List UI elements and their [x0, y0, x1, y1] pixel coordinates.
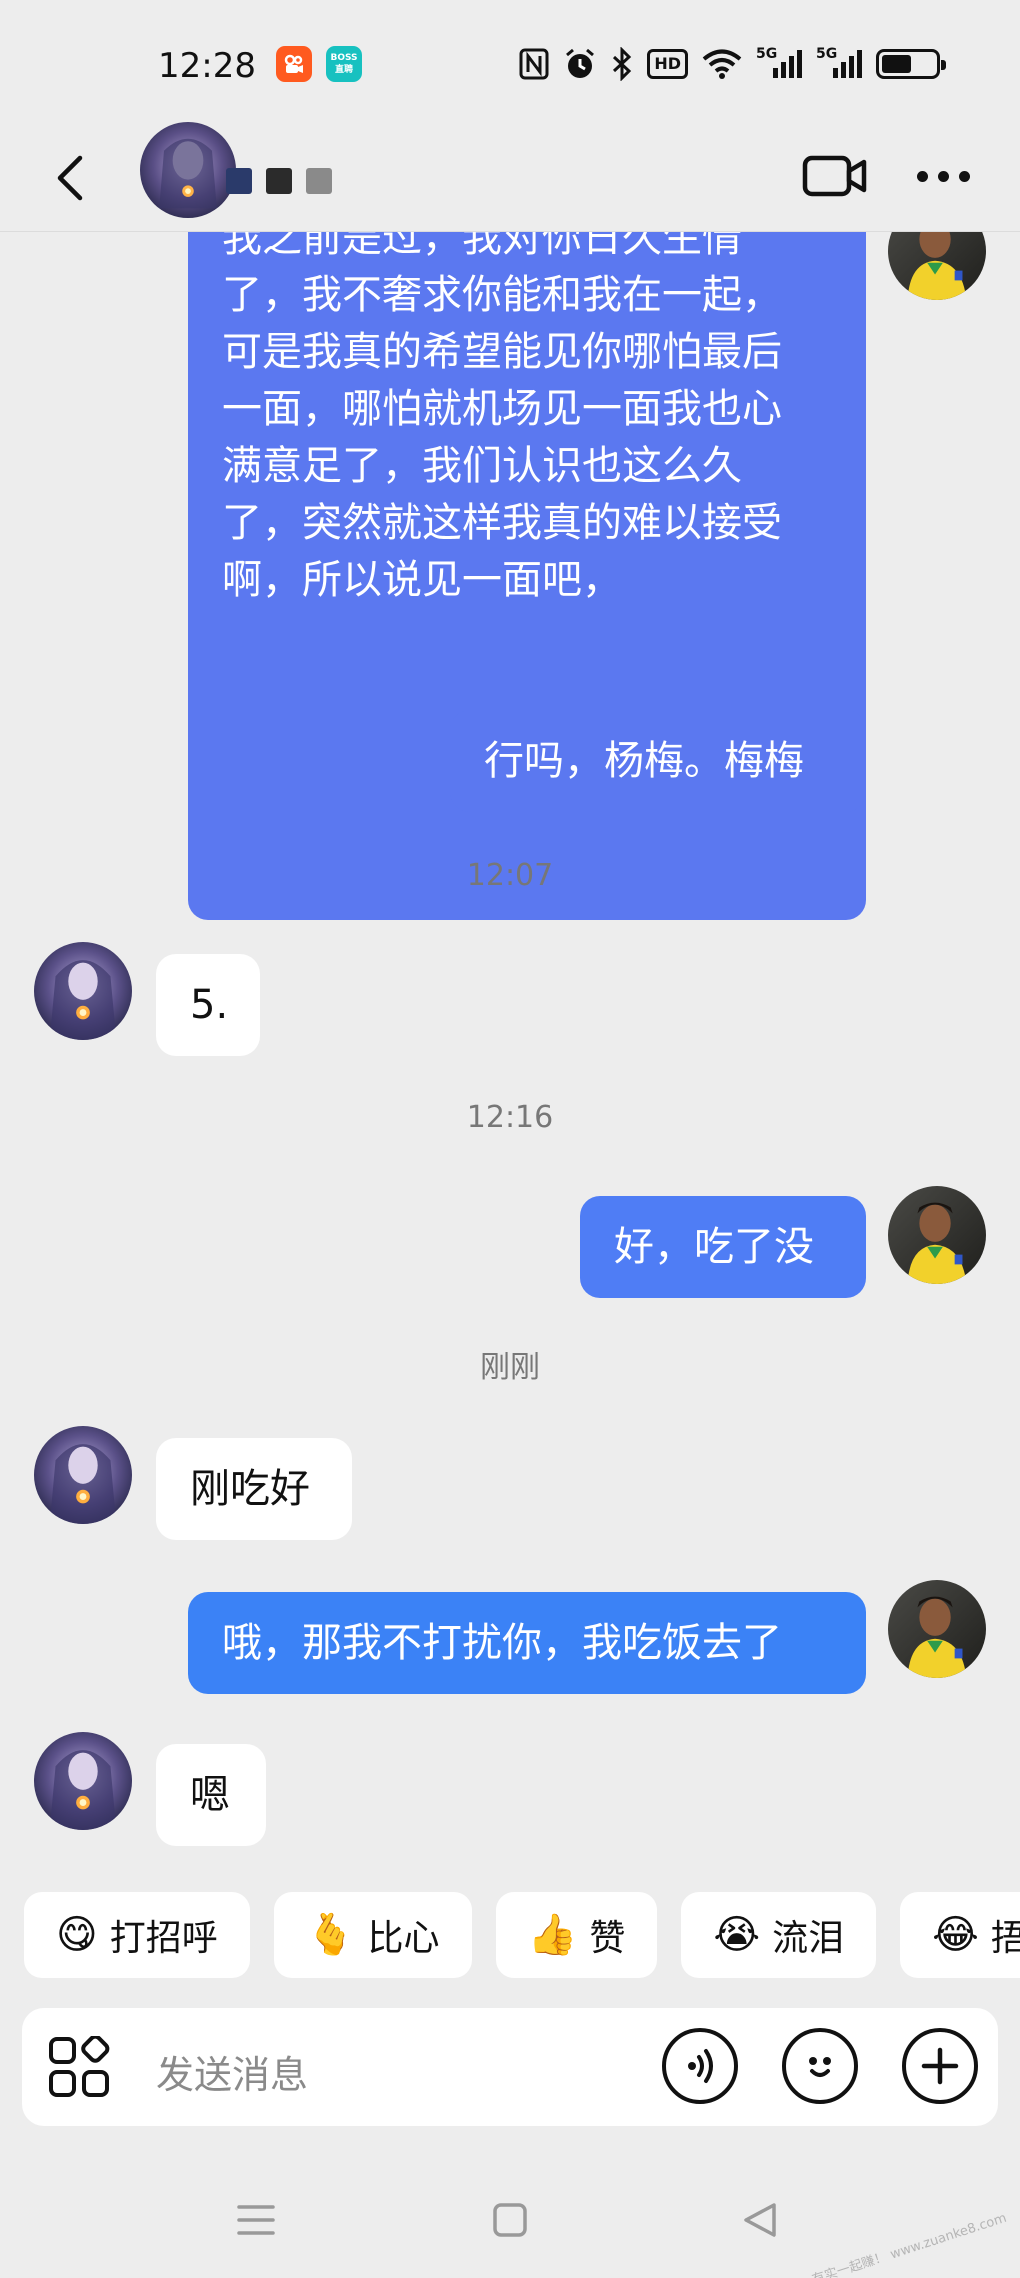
quick-reply-facepalm[interactable]: 😂 捂脸 [900, 1892, 1020, 1978]
quick-reply-label: 捂脸 [990, 1918, 1020, 1959]
apps-button[interactable] [48, 2034, 110, 2098]
finger-heart-icon: 🫰 [305, 1912, 356, 1958]
dot [937, 170, 949, 182]
message-bubble-sent[interactable]: 好，吃了没 [580, 1196, 866, 1298]
signal-5g-icon: 5G [816, 46, 862, 82]
quick-reply-row: 😋 打招呼 🫰 比心 👍 赞 😭 流泪 😂 捂脸 [24, 1892, 1020, 1978]
quick-reply-label: 流泪 [772, 1918, 845, 1959]
bluetooth-icon [611, 46, 633, 82]
menu-icon [237, 2205, 275, 2235]
chevron-left-icon [57, 155, 83, 201]
message-list[interactable]: 我之前是过，我对你日久生情 了，我不奢求你能和我在一起， 可是我真的希望能见你哪… [0, 232, 1020, 1872]
my-avatar[interactable] [888, 232, 986, 300]
hd-voice-icon: HD [647, 49, 688, 79]
message-bubble-received[interactable]: 刚吃好 [156, 1438, 352, 1540]
battery-icon [876, 49, 946, 79]
status-icons: HD 5G 5G [519, 44, 946, 84]
chat-header [0, 122, 1020, 232]
message-bubble-sent[interactable]: 哦，那我不打扰你，我吃饭去了 [188, 1592, 866, 1694]
alarm-icon [563, 46, 597, 82]
message-text: 哦，那我不打扰你，我吃饭去了 [222, 1620, 782, 1666]
signal-5g-icon: 5G [756, 46, 802, 82]
redacted-block [226, 168, 252, 194]
timestamp-separator: 12:16 [466, 1100, 554, 1135]
crying-face-icon: 😭 [713, 1912, 761, 1958]
nfc-icon [519, 46, 549, 82]
message-text: 行吗，杨梅。梅梅 [484, 738, 804, 784]
redacted-block [306, 168, 332, 194]
dot [916, 170, 928, 182]
message-input[interactable]: 发送消息 [156, 2044, 308, 2099]
system-back-button[interactable] [730, 2190, 790, 2250]
thumbs-up-icon: 👍 [527, 1912, 578, 1958]
timestamp-separator: 12:07 [466, 858, 554, 893]
home-button[interactable] [480, 2190, 540, 2250]
contact-avatar[interactable] [34, 942, 132, 1040]
message-line: 可是我真的希望能见你哪怕最后 [222, 329, 782, 375]
quick-reply-label: 打招呼 [109, 1918, 218, 1959]
plus-icon [921, 2047, 959, 2085]
contact-avatar[interactable] [34, 1732, 132, 1830]
status-time: 12:28 [158, 46, 256, 86]
smiley-icon [809, 2057, 831, 2077]
message-bubble-sent[interactable]: 行吗，杨梅。梅梅 [450, 710, 866, 812]
my-avatar[interactable] [888, 1580, 986, 1678]
dot [958, 170, 970, 182]
triangle-back-icon [744, 2203, 776, 2237]
square-icon [493, 2203, 527, 2237]
message-text: 5. [190, 982, 229, 1028]
contact-name-redacted [226, 168, 332, 194]
kuaishou-icon [276, 46, 312, 82]
message-text: 好，吃了没 [614, 1224, 814, 1270]
voice-wave-icon [688, 2049, 713, 2083]
message-line: 啊，所以说见一面吧， [222, 557, 622, 603]
quick-reply-cry[interactable]: 😭 流泪 [681, 1892, 877, 1978]
grid-apps-icon [49, 2034, 110, 2097]
contact-avatar[interactable] [140, 122, 236, 218]
boss-zhipin-icon: BOSS 直聘 [326, 46, 362, 82]
message-input-bar: 发送消息 [22, 2008, 998, 2126]
quick-reply-greet[interactable]: 😋 打招呼 [24, 1892, 250, 1978]
battery-level [882, 55, 911, 73]
boss-line1: BOSS [330, 53, 358, 63]
message-line: 满意足了，我们认识也这么久 [222, 443, 742, 489]
yum-face-icon: 😋 [56, 1912, 98, 1958]
video-camera-icon [802, 155, 867, 197]
quick-reply-like[interactable]: 👍 赞 [495, 1892, 658, 1978]
message-bubble-sent[interactable]: 我之前是过，我对你日久生情 了，我不奢求你能和我在一起， 可是我真的希望能见你哪… [188, 232, 866, 920]
back-button[interactable] [40, 148, 100, 208]
more-functions-button[interactable] [902, 2028, 978, 2104]
message-line: 一面，哪怕就机场见一面我也心 [222, 386, 782, 432]
message-line: 了，我不奢求你能和我在一起， [222, 272, 782, 318]
timestamp-separator: 刚刚 [480, 1350, 540, 1385]
contact-avatar[interactable] [34, 1426, 132, 1524]
message-text: 刚吃好 [190, 1466, 310, 1512]
quick-reply-label: 赞 [589, 1918, 626, 1959]
quick-reply-heart-hands[interactable]: 🫰 比心 [273, 1892, 472, 1978]
boss-line2: 直聘 [334, 65, 353, 75]
message-text: 嗯 [190, 1772, 230, 1818]
message-line: 我之前是过，我对你日久生情 [222, 232, 742, 261]
tears-of-joy-icon: 😂 [932, 1912, 979, 1958]
wifi-icon [702, 46, 742, 82]
message-bubble-received[interactable]: 5. [156, 954, 260, 1056]
voice-button[interactable] [662, 2028, 738, 2104]
message-line: 了，突然就这样我真的难以接受 [222, 500, 782, 546]
redacted-block [266, 168, 292, 194]
message-bubble-received[interactable]: 嗯 [156, 1744, 266, 1846]
hd-label: HD [654, 54, 681, 73]
more-options-button[interactable] [908, 146, 978, 206]
recent-apps-button[interactable] [226, 2190, 286, 2250]
quick-reply-label: 比心 [367, 1918, 440, 1959]
my-avatar[interactable] [888, 1186, 986, 1284]
status-bar: 12:28 BOSS 直聘 HD 5G 5G [0, 0, 1020, 128]
emoji-button[interactable] [782, 2028, 858, 2104]
video-call-button[interactable] [800, 146, 870, 206]
